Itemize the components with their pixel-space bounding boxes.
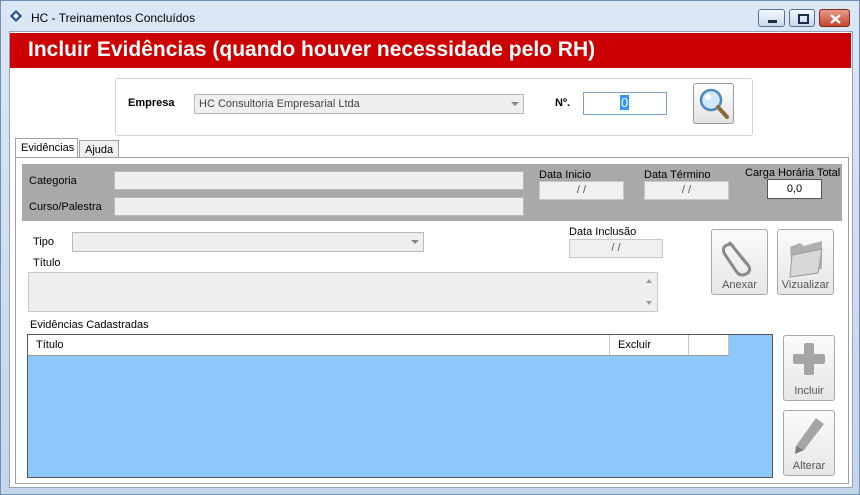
- tipo-label: Tipo: [33, 236, 54, 248]
- chevron-down-icon: [511, 102, 519, 106]
- categoria-label: Categoria: [29, 175, 77, 187]
- grid-header-titulo[interactable]: Título: [28, 335, 610, 355]
- anexar-button[interactable]: Anexar: [711, 229, 768, 295]
- tipo-select[interactable]: [72, 232, 424, 252]
- data-termino-label: Data Término: [644, 169, 711, 181]
- close-icon: [830, 14, 841, 24]
- search-button[interactable]: [693, 83, 734, 124]
- titulo-label: Título: [33, 257, 61, 269]
- incluir-button[interactable]: Incluir: [783, 335, 835, 401]
- anexar-label: Anexar: [722, 279, 757, 291]
- pencil-icon: [795, 418, 824, 454]
- chevron-down-icon: [411, 240, 419, 244]
- tab-evidencias[interactable]: Evidências: [15, 138, 78, 159]
- categoria-field[interactable]: [114, 171, 524, 190]
- paperclip-icon: [722, 241, 752, 277]
- alterar-button[interactable]: Alterar: [783, 410, 835, 476]
- page-title: Incluir Evidências (quando houver necess…: [28, 38, 596, 61]
- textarea-scrollbar[interactable]: [641, 273, 657, 311]
- grid-header-excluir[interactable]: Excluir: [610, 335, 689, 355]
- folder-icon: [789, 241, 823, 278]
- data-inclusao-label: Data Inclusão: [569, 226, 637, 238]
- number-input-value: 0: [620, 95, 630, 110]
- carga-horaria-field[interactable]: 0,0: [767, 179, 822, 199]
- carga-horaria-label: Carga Horária Total: [745, 167, 841, 179]
- vizualizar-label: Vizualizar: [781, 279, 830, 291]
- app-diamond-icon: [10, 10, 22, 22]
- company-select-value: HC Consultoria Empresarial Ltda: [199, 98, 360, 110]
- title-bar[interactable]: HC - Treinamentos Concluídos: [1, 1, 859, 31]
- company-label: Empresa: [128, 97, 175, 109]
- tab-evidencias-label: Evidências: [21, 142, 75, 154]
- course-info-panel: Categoria Curso/Palestra Data Inicio / /…: [22, 164, 842, 221]
- data-inclusao-field[interactable]: / /: [569, 239, 663, 258]
- magnifier-icon: [699, 88, 729, 119]
- grid-header: Título Excluir: [28, 335, 729, 356]
- form-client-area: Incluir Evidências (quando houver necess…: [9, 31, 853, 488]
- evidencias-tab-panel: Categoria Curso/Palestra Data Inicio / /…: [15, 157, 849, 484]
- close-button[interactable]: [819, 9, 850, 27]
- plus-icon: [793, 343, 825, 375]
- data-termino-field[interactable]: / /: [644, 181, 729, 200]
- vizualizar-button[interactable]: Vizualizar: [777, 229, 834, 295]
- evidencias-cadastradas-label: Evidências Cadastradas: [30, 319, 149, 331]
- data-inicio-field[interactable]: / /: [539, 181, 624, 200]
- curso-label: Curso/Palestra: [29, 201, 102, 213]
- app-window: HC - Treinamentos Concluídos Incluir Evi…: [0, 0, 860, 495]
- curso-field[interactable]: [114, 197, 524, 216]
- header-banner: Incluir Evidências (quando houver necess…: [10, 33, 851, 68]
- minimize-icon: [768, 20, 777, 23]
- tab-ajuda-label: Ajuda: [85, 144, 114, 156]
- titulo-textarea[interactable]: [28, 272, 658, 312]
- number-input[interactable]: 0: [583, 92, 667, 115]
- evidencias-grid[interactable]: Título Excluir: [27, 334, 773, 478]
- restore-button[interactable]: [789, 9, 815, 27]
- window-title: HC - Treinamentos Concluídos: [31, 11, 196, 25]
- restore-icon: [798, 14, 809, 24]
- minimize-button[interactable]: [758, 9, 785, 27]
- alterar-label: Alterar: [792, 460, 826, 472]
- incluir-label: Incluir: [794, 385, 824, 397]
- data-inicio-label: Data Inicio: [539, 169, 591, 181]
- grid-header-blank[interactable]: [689, 335, 729, 355]
- number-label: Nº.: [555, 97, 571, 109]
- company-select[interactable]: HC Consultoria Empresarial Ltda: [194, 94, 524, 114]
